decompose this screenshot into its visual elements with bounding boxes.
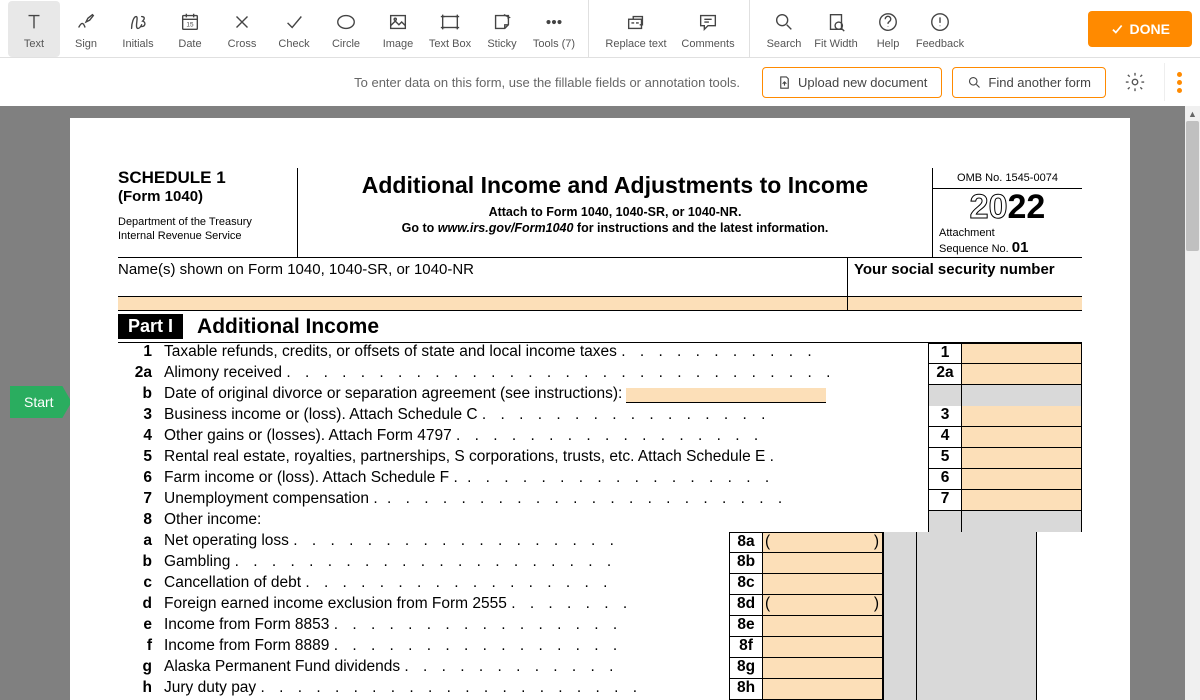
search-tool[interactable]: Search bbox=[758, 1, 810, 57]
line-6-field[interactable] bbox=[962, 469, 1082, 490]
line-1-field[interactable] bbox=[962, 343, 1082, 364]
form-title: Additional Income and Adjustments to Inc… bbox=[304, 172, 926, 199]
line-5-field[interactable] bbox=[962, 448, 1082, 469]
ssn-label: Your social security number bbox=[847, 258, 1082, 296]
schedule-title: SCHEDULE 1 bbox=[118, 168, 291, 188]
line-8a-field[interactable] bbox=[763, 532, 883, 553]
line-4-field[interactable] bbox=[962, 427, 1082, 448]
line-8d-field[interactable] bbox=[763, 595, 883, 616]
cross-tool[interactable]: Cross bbox=[216, 1, 268, 57]
comments-tool[interactable]: Comments bbox=[675, 1, 741, 57]
circle-tool[interactable]: Circle bbox=[320, 1, 372, 57]
document-viewport: Start ▲ SCHEDULE 1 (Form 1040) Departmen… bbox=[0, 106, 1200, 700]
svg-text:15: 15 bbox=[186, 21, 194, 28]
fit-width-tool[interactable]: Fit Width bbox=[810, 1, 862, 57]
check-tool[interactable]: Check bbox=[268, 1, 320, 57]
line-7-field[interactable] bbox=[962, 490, 1082, 511]
tax-year: 2022 bbox=[933, 189, 1082, 226]
help-tool[interactable]: Help bbox=[862, 1, 914, 57]
line-8c-field[interactable] bbox=[763, 574, 883, 595]
goto-text: Go to www.irs.gov/Form1040 for instructi… bbox=[304, 221, 926, 235]
initials-tool[interactable]: Initials bbox=[112, 1, 164, 57]
upload-document-button[interactable]: Upload new document bbox=[762, 67, 942, 98]
line-8e-field[interactable] bbox=[763, 616, 883, 637]
form-number: (Form 1040) bbox=[118, 188, 291, 205]
names-label: Name(s) shown on Form 1040, 1040-SR, or … bbox=[118, 258, 847, 296]
line-8g-field[interactable] bbox=[763, 658, 883, 679]
sub-toolbar: To enter data on this form, use the fill… bbox=[0, 58, 1200, 106]
main-toolbar: Text Sign Initials 15Date Cross Check Ci… bbox=[0, 0, 1200, 58]
name-field[interactable] bbox=[118, 297, 847, 310]
attachment-seq: AttachmentSequence No. 01 bbox=[933, 226, 1082, 257]
settings-icon[interactable] bbox=[1116, 63, 1154, 101]
done-button[interactable]: DONE bbox=[1088, 11, 1192, 47]
image-tool[interactable]: Image bbox=[372, 1, 424, 57]
line-8f-field[interactable] bbox=[763, 637, 883, 658]
date-tool[interactable]: 15Date bbox=[164, 1, 216, 57]
tools-menu[interactable]: Tools (7) bbox=[528, 1, 580, 57]
attach-text: Attach to Form 1040, 1040-SR, or 1040-NR… bbox=[304, 205, 926, 219]
omb-number: OMB No. 1545-0074 bbox=[933, 168, 1082, 189]
line-2b-field[interactable] bbox=[626, 388, 826, 403]
textbox-tool[interactable]: Text Box bbox=[424, 1, 476, 57]
part-title: Additional Income bbox=[197, 315, 379, 339]
line-8h-field[interactable] bbox=[763, 679, 883, 700]
ssn-field[interactable] bbox=[847, 297, 1082, 310]
hint-text: To enter data on this form, use the fill… bbox=[354, 75, 740, 90]
scrollbar[interactable]: ▲ bbox=[1185, 106, 1200, 700]
sign-tool[interactable]: Sign bbox=[60, 1, 112, 57]
replace-text-tool[interactable]: Replace text bbox=[597, 1, 675, 57]
find-form-button[interactable]: Find another form bbox=[952, 67, 1106, 98]
feedback-tool[interactable]: Feedback bbox=[914, 1, 966, 57]
start-button[interactable]: Start bbox=[10, 386, 72, 418]
sticky-tool[interactable]: Sticky bbox=[476, 1, 528, 57]
more-menu-icon[interactable] bbox=[1164, 63, 1188, 101]
part-box: Part I bbox=[118, 314, 183, 339]
line-8b-field[interactable] bbox=[763, 553, 883, 574]
dept-line2: Internal Revenue Service bbox=[118, 229, 291, 243]
line-2a-field[interactable] bbox=[962, 364, 1082, 385]
text-tool[interactable]: Text bbox=[8, 1, 60, 57]
form-page: SCHEDULE 1 (Form 1040) Department of the… bbox=[70, 118, 1130, 700]
line-3-field[interactable] bbox=[962, 406, 1082, 427]
dept-line1: Department of the Treasury bbox=[118, 215, 291, 229]
